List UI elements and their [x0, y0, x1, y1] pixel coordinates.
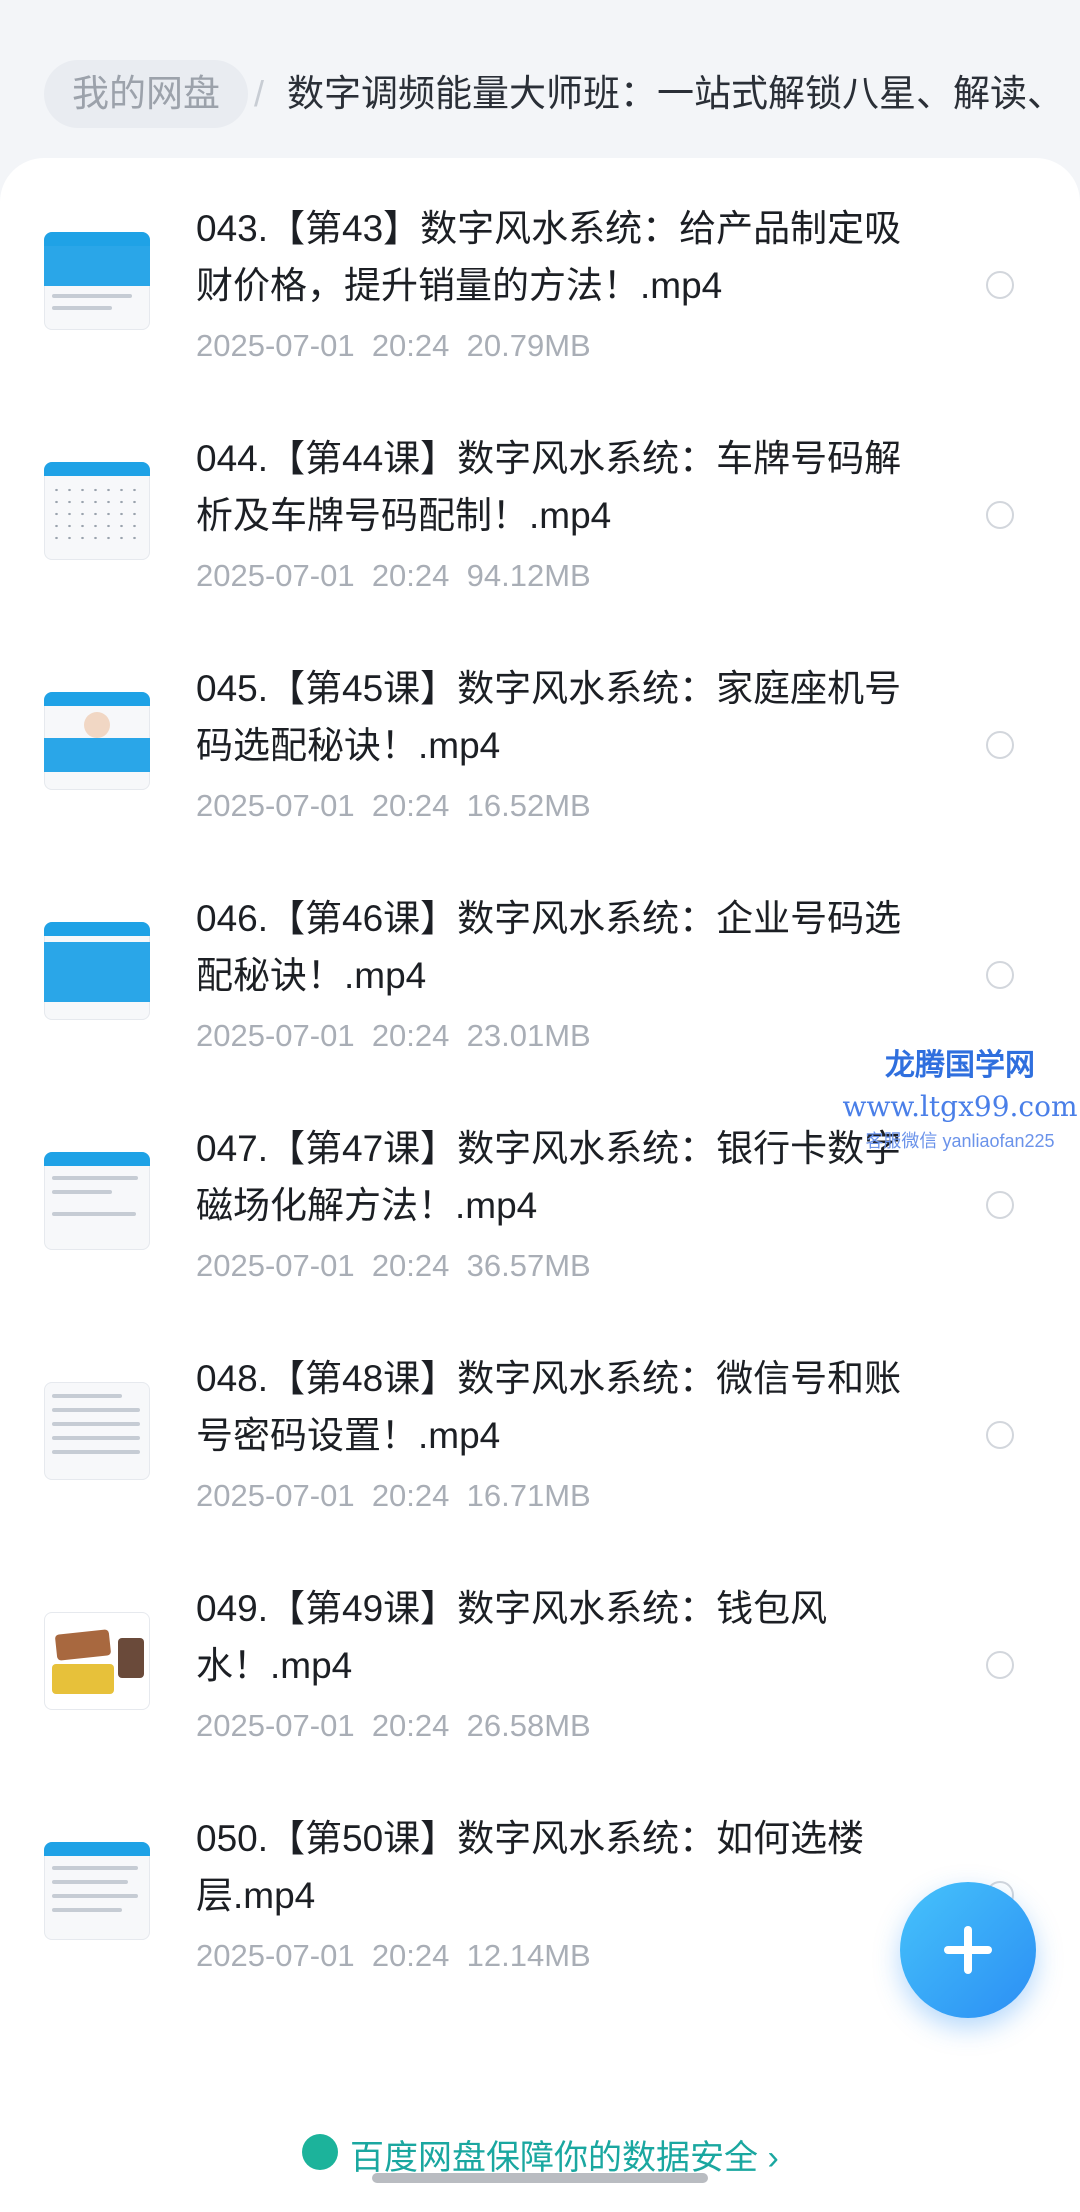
file-size: 20.79MB: [466, 328, 591, 363]
file-time: 20:24: [371, 1478, 450, 1513]
file-name: 046.【第46课】数字风水系统：企业号码选配秘诀！.mp4: [196, 898, 902, 996]
watermark-contact: 客服微信 yanliaofan225: [865, 1131, 1055, 1151]
video-thumbnail: [44, 462, 150, 560]
file-item[interactable]: 049.【第49课】数字风水系统：钱包风水！.mp4 2025-07-01 20…: [0, 1538, 1080, 1768]
select-radio[interactable]: [986, 731, 1014, 759]
video-thumbnail: [44, 922, 150, 1020]
top-header: 我的网盘 / 数字调频能量大师班：一站式解锁八星、解读、: [0, 0, 1080, 160]
file-size: 26.58MB: [466, 1708, 591, 1743]
breadcrumb-home[interactable]: 我的网盘: [44, 60, 248, 128]
file-meta: 2025-07-01 20:24 20.79MB: [196, 328, 591, 364]
file-date: 2025-07-01: [196, 1938, 355, 1973]
file-size: 16.71MB: [466, 1478, 591, 1513]
video-thumbnail: [44, 1382, 150, 1480]
file-name: 045.【第45课】数字风水系统：家庭座机号码选配秘诀！.mp4: [196, 668, 902, 766]
file-name: 050.【第50课】数字风水系统：如何选楼层.mp4: [196, 1818, 865, 1916]
file-size: 16.52MB: [466, 788, 591, 823]
file-name: 044.【第44课】数字风水系统：车牌号码解析及车牌号码配制！.mp4: [196, 438, 902, 536]
video-thumbnail: [44, 692, 150, 790]
select-radio[interactable]: [986, 1651, 1014, 1679]
video-thumbnail: [44, 1612, 150, 1710]
file-name: 048.【第48课】数字风水系统：微信号和账号密码设置！.mp4: [196, 1358, 902, 1456]
file-size: 12.14MB: [466, 1938, 591, 1973]
file-size: 23.01MB: [466, 1018, 591, 1053]
file-meta: 2025-07-01 20:24 36.57MB: [196, 1248, 591, 1284]
home-indicator[interactable]: [372, 2173, 708, 2183]
file-date: 2025-07-01: [196, 558, 355, 593]
file-time: 20:24: [371, 1938, 450, 1973]
watermark-site-name: 龙腾国学网: [885, 1048, 1035, 1083]
video-thumbnail: [44, 1152, 150, 1250]
file-item[interactable]: 044.【第44课】数字风水系统：车牌号码解析及车牌号码配制！.mp4 2025…: [0, 388, 1080, 618]
file-item[interactable]: 048.【第48课】数字风水系统：微信号和账号密码设置！.mp4 2025-07…: [0, 1308, 1080, 1538]
file-meta: 2025-07-01 20:24 16.52MB: [196, 788, 591, 824]
file-size: 36.57MB: [466, 1248, 591, 1283]
file-meta: 2025-07-01 20:24 23.01MB: [196, 1018, 591, 1054]
file-meta: 2025-07-01 20:24 16.71MB: [196, 1478, 591, 1514]
file-time: 20:24: [371, 328, 450, 363]
file-date: 2025-07-01: [196, 1018, 355, 1053]
file-time: 20:24: [371, 1018, 450, 1053]
select-radio[interactable]: [986, 1421, 1014, 1449]
breadcrumb-separator: /: [254, 73, 265, 114]
file-item[interactable]: 043.【第43】数字风水系统：给产品制定吸财价格，提升销量的方法！.mp4 2…: [0, 158, 1080, 388]
file-time: 20:24: [371, 1248, 450, 1283]
plus-icon-stroke: [964, 1926, 972, 1974]
add-button[interactable]: [900, 1882, 1036, 2018]
file-name: 047.【第47课】数字风水系统：银行卡数字磁场化解方法！.mp4: [196, 1128, 902, 1226]
file-item[interactable]: 045.【第45课】数字风水系统：家庭座机号码选配秘诀！.mp4 2025-07…: [0, 618, 1080, 848]
file-name: 043.【第43】数字风水系统：给产品制定吸财价格，提升销量的方法！.mp4: [196, 208, 902, 306]
select-radio[interactable]: [986, 1191, 1014, 1219]
file-date: 2025-07-01: [196, 788, 355, 823]
file-time: 20:24: [371, 1708, 450, 1743]
file-date: 2025-07-01: [196, 1248, 355, 1283]
security-notice[interactable]: 百度网盘保障你的数据安全 ›: [350, 2130, 779, 2179]
video-thumbnail: [44, 232, 150, 330]
select-radio[interactable]: [986, 501, 1014, 529]
file-meta: 2025-07-01 20:24 94.12MB: [196, 558, 591, 594]
breadcrumb-current-folder: 数字调频能量大师班：一站式解锁八星、解读、: [287, 73, 1064, 114]
select-radio[interactable]: [986, 271, 1014, 299]
file-time: 20:24: [371, 788, 450, 823]
file-name: 049.【第49课】数字风水系统：钱包风水！.mp4: [196, 1588, 828, 1686]
watermark: 龙腾国学网 www.ltgx99.com 客服微信 yanliaofan225: [840, 1040, 1080, 1153]
file-time: 20:24: [371, 558, 450, 593]
file-meta: 2025-07-01 20:24 12.14MB: [196, 1938, 591, 1974]
file-date: 2025-07-01: [196, 328, 355, 363]
shield-icon: [302, 2134, 338, 2170]
select-radio[interactable]: [986, 961, 1014, 989]
file-date: 2025-07-01: [196, 1478, 355, 1513]
watermark-url: www.ltgx99.com: [842, 1090, 1078, 1123]
file-size: 94.12MB: [466, 558, 591, 593]
file-meta: 2025-07-01 20:24 26.58MB: [196, 1708, 591, 1744]
video-thumbnail: [44, 1842, 150, 1940]
file-date: 2025-07-01: [196, 1708, 355, 1743]
